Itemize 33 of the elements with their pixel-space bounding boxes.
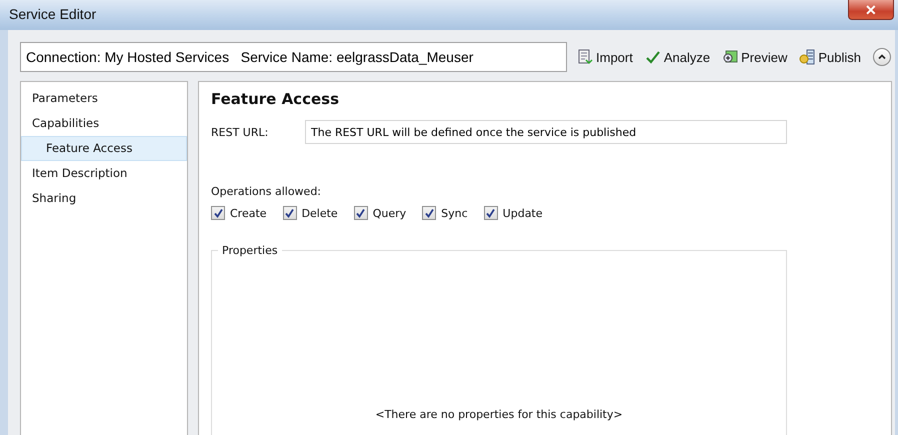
rest-url-field[interactable]: The REST URL will be defined once the service is published [305, 120, 787, 144]
checkbox-box[interactable] [484, 206, 498, 220]
checkbox[interactable]: Delete [282, 206, 338, 220]
publish-button[interactable]: Publish [799, 49, 861, 65]
checkmark-icon [644, 49, 661, 65]
group-title: Properties [221, 244, 279, 257]
collapse-button[interactable] [872, 48, 891, 66]
empty-message: <There are no properties for this capability> [374, 408, 624, 423]
analyze-button[interactable]: Analyze [644, 49, 710, 65]
checkbox-box[interactable] [211, 206, 225, 220]
window-title: Service Editor [8, 5, 96, 22]
document-icon [577, 49, 593, 65]
field-label: REST URL: [211, 126, 270, 138]
sidebar-item[interactable]: Capabilities [21, 111, 187, 136]
checkbox[interactable]: Update [484, 206, 543, 220]
checkbox[interactable]: Create [211, 206, 267, 220]
checkbox-box[interactable] [282, 206, 297, 220]
checkbox-box[interactable] [422, 206, 436, 220]
server-icon [799, 49, 816, 65]
import-button[interactable]: Import [577, 49, 633, 65]
checkbox[interactable]: Query [354, 206, 406, 220]
preview-button[interactable]: Preview [722, 49, 788, 65]
close-button[interactable]: ✕ [848, 0, 894, 20]
checkbox-box[interactable] [354, 206, 368, 220]
operations-label: Operations allowed: [211, 185, 322, 198]
panel-title: Feature Access [211, 90, 340, 108]
map-magnifier-icon [722, 49, 738, 65]
sidebar-item[interactable]: Feature Access [21, 136, 187, 161]
sidebar-item[interactable]: Parameters [21, 86, 187, 111]
checkbox[interactable]: Sync [422, 206, 468, 220]
connection-field[interactable]: Connection: My Hosted Services Service Name: eelgrassData_Meuser [20, 42, 567, 72]
sidebar-item[interactable]: Sharing [21, 186, 187, 211]
sidebar-item[interactable]: Item Description [21, 161, 187, 186]
